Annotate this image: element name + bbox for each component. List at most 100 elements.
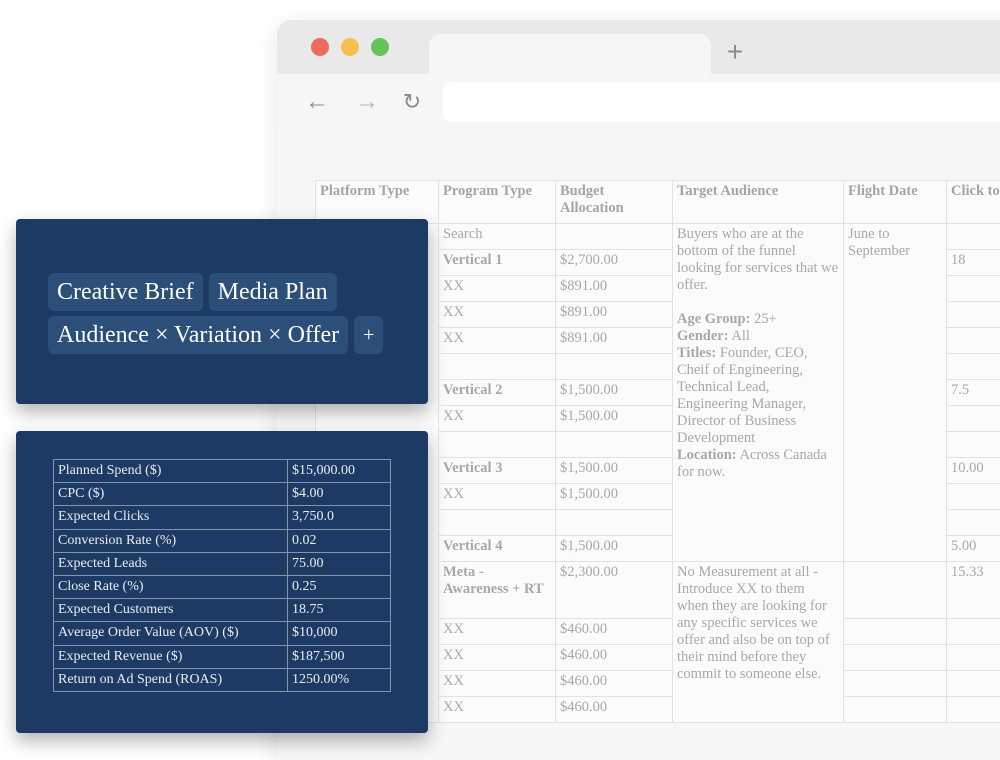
back-arrow-icon[interactable]: ← <box>303 88 331 116</box>
calculator-row: Close Rate (%)0.25 <box>54 575 391 598</box>
table-cell: 10.00 <box>947 458 1000 484</box>
table-cell <box>947 276 1000 302</box>
table-cell <box>556 224 673 250</box>
column-header: Flight Date <box>844 181 947 224</box>
close-window-button[interactable] <box>311 38 329 56</box>
table-cell <box>947 671 1000 697</box>
metric-label: Expected Customers <box>54 599 288 622</box>
tag-chip[interactable]: Creative Brief <box>48 273 203 311</box>
table-cell: XX <box>439 645 556 671</box>
minimize-window-button[interactable] <box>341 38 359 56</box>
tag-chip[interactable]: Media Plan <box>209 273 337 311</box>
column-header: Program Type <box>439 181 556 224</box>
metric-label: Close Rate (%) <box>54 575 288 598</box>
tag-chip[interactable]: Audience × Variation × Offer <box>48 316 348 354</box>
table-cell: $2,700.00 <box>556 250 673 276</box>
metric-value: $15,000.00 <box>288 460 391 483</box>
address-bar[interactable] <box>443 82 1000 122</box>
table-cell: 18 <box>947 250 1000 276</box>
add-tag-button[interactable]: + <box>354 316 383 354</box>
table-cell: $1,500.00 <box>556 484 673 510</box>
table-cell: Vertical 4 <box>439 536 556 562</box>
forward-arrow-icon[interactable]: → <box>353 88 381 116</box>
metric-value: 75.00 <box>288 552 391 575</box>
metric-label: Average Order Value (AOV) ($) <box>54 622 288 645</box>
table-cell: $460.00 <box>556 619 673 645</box>
table-cell: XX <box>439 697 556 723</box>
table-cell <box>947 645 1000 671</box>
roas-calculator-table: Planned Spend ($)$15,000.00CPC ($)$4.00E… <box>53 459 391 692</box>
table-cell: 7.5 <box>947 380 1000 406</box>
meta-target-audience-cell: No Measurement at all - Introduce XX to … <box>673 562 844 723</box>
table-cell <box>947 354 1000 380</box>
column-header: Target Audience <box>673 181 844 224</box>
browser-tab[interactable] <box>429 34 711 74</box>
table-cell <box>439 354 556 380</box>
table-cell: Vertical 1 <box>439 250 556 276</box>
metric-value: 1250.00% <box>288 668 391 691</box>
table-cell <box>844 645 947 671</box>
table-cell <box>439 510 556 536</box>
table-cell: Meta - Awareness + RT <box>439 562 556 619</box>
table-cell: Search <box>439 224 556 250</box>
column-header: Platform Type <box>316 181 439 224</box>
table-cell: $891.00 <box>556 276 673 302</box>
browser-toolbar: ← → ↻ <box>277 74 1000 130</box>
table-cell: 15.33 <box>947 562 1000 619</box>
table-cell: Vertical 2 <box>439 380 556 406</box>
table-cell: $460.00 <box>556 671 673 697</box>
table-cell: $1,500.00 <box>556 406 673 432</box>
table-cell: XX <box>439 328 556 354</box>
table-cell: $1,500.00 <box>556 536 673 562</box>
reload-icon[interactable]: ↻ <box>398 88 426 116</box>
calculator-row: Planned Spend ($)$15,000.00 <box>54 460 391 483</box>
calculator-row: Return on Ad Spend (ROAS)1250.00% <box>54 668 391 691</box>
table-cell <box>947 619 1000 645</box>
table-cell <box>947 328 1000 354</box>
table-cell <box>947 302 1000 328</box>
column-header: Budget Allocation <box>556 181 673 224</box>
table-cell <box>844 562 947 619</box>
metric-value: 3,750.0 <box>288 506 391 529</box>
flight-date-cell: June to September <box>844 224 947 562</box>
table-cell: XX <box>439 671 556 697</box>
calculator-row: Expected Clicks3,750.0 <box>54 506 391 529</box>
new-tab-button[interactable]: + <box>723 34 747 70</box>
table-cell: Vertical 3 <box>439 458 556 484</box>
audience-text: Location: <box>677 447 737 463</box>
table-cell <box>947 224 1000 250</box>
calculator-row: CPC ($)$4.00 <box>54 483 391 506</box>
metric-label: CPC ($) <box>54 483 288 506</box>
audience-text: Buyers who are at the bottom of the funn… <box>677 226 838 293</box>
calculator-row: Expected Revenue ($)$187,500 <box>54 645 391 668</box>
metric-label: Expected Leads <box>54 552 288 575</box>
metric-value: $187,500 <box>288 645 391 668</box>
metric-label: Expected Revenue ($) <box>54 645 288 668</box>
table-cell: XX <box>439 619 556 645</box>
table-cell <box>947 406 1000 432</box>
audience-text: Titles: <box>677 345 716 361</box>
table-cell <box>844 619 947 645</box>
metric-label: Conversion Rate (%) <box>54 529 288 552</box>
table-cell: $1,500.00 <box>556 380 673 406</box>
table-cell: $1,500.00 <box>556 458 673 484</box>
table-cell: 5.00 <box>947 536 1000 562</box>
metric-value: $4.00 <box>288 483 391 506</box>
table-cell <box>947 697 1000 723</box>
table-cell <box>439 432 556 458</box>
table-cell <box>844 671 947 697</box>
document-tags-panel: Creative BriefMedia Plan Audience × Varia… <box>16 219 428 404</box>
search-target-audience-cell: Buyers who are at the bottom of the funn… <box>673 224 844 562</box>
calculator-row: Conversion Rate (%)0.02 <box>54 529 391 552</box>
metric-label: Planned Spend ($) <box>54 460 288 483</box>
table-cell: XX <box>439 276 556 302</box>
maximize-window-button[interactable] <box>371 38 389 56</box>
audience-text: All <box>731 328 750 344</box>
table-cell <box>556 432 673 458</box>
table-cell <box>844 697 947 723</box>
metric-value: 0.25 <box>288 575 391 598</box>
table-cell <box>556 510 673 536</box>
calculator-row: Expected Leads75.00 <box>54 552 391 575</box>
table-cell: XX <box>439 484 556 510</box>
table-cell: $891.00 <box>556 328 673 354</box>
